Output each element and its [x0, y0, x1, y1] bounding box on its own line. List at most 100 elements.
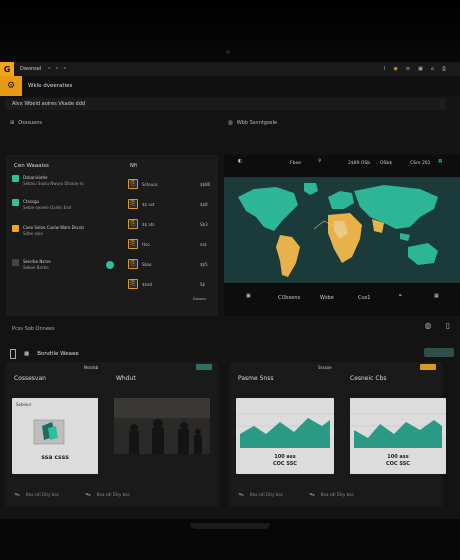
- card-footer: ᯓ Bea sdl Dlsy bas ᯓ Bea sdl Dlsy bas: [14, 491, 130, 498]
- stat-row[interactable]: ⎘ ttso ss$: [128, 239, 207, 249]
- camera-icon: [226, 50, 230, 54]
- laptop-hinge: [190, 523, 270, 529]
- list-item[interactable]: Dsbanisiehe Sebaiu Soolu Nwuro Dlvaoe ec: [12, 175, 84, 187]
- card-subtitle: Whdut: [116, 375, 136, 382]
- list-item[interactable]: Ctassgu Sebie oeaeie Ooleis tisd: [12, 199, 71, 211]
- grey-square-icon: [12, 259, 19, 266]
- wings-icon: ᯓ: [308, 491, 315, 498]
- record-icon[interactable]: ◉: [393, 66, 397, 72]
- location-icon[interactable]: ⚲: [318, 159, 321, 164]
- row-icons: ◍ ▯: [425, 321, 450, 330]
- app-title: Dwonsel: [20, 66, 42, 72]
- stat-row[interactable]: ⎘ Ssteuos $$80: [128, 179, 210, 189]
- card-title: Pasme Snss: [238, 375, 274, 382]
- card-footer: ᯓ Bea sdl Dlsy bas ᯓ Bea sdl Dlsy bas: [238, 491, 354, 498]
- print-icon[interactable]: ⎙: [442, 66, 446, 72]
- card[interactable]: Nssdsb Cossesvan Whdut Sebieur ssa csss: [6, 362, 218, 507]
- screen: G Dwonsel ⚬ ⚬ ⚬ Ⅰ ◉ ≡ ▣ ⌂ ⎙ ⚙ Wkle dveer…: [0, 62, 460, 519]
- stat-row[interactable]: ⎘ $$ ast $$8: [128, 199, 208, 209]
- settings-icon[interactable]: ⚙: [0, 76, 22, 96]
- area-chart: [236, 413, 334, 448]
- expand-icon[interactable]: ▯: [446, 321, 450, 330]
- card-photo[interactable]: [114, 398, 210, 474]
- card-badge: [196, 364, 212, 370]
- document-icon: ⎘: [128, 239, 138, 249]
- page-title-bar: Alvx Wbeld aolres Vkade ddd: [6, 98, 446, 110]
- menu-icon[interactable]: ≡: [406, 66, 410, 72]
- islands: [400, 233, 410, 241]
- card-caption: ssa csss: [41, 454, 69, 461]
- chart-caption: 100 ass: [387, 454, 409, 460]
- card-tag: Ssssoe: [318, 365, 332, 370]
- card-thumbnail[interactable]: Sebieur ssa csss: [12, 398, 98, 474]
- map-footer-item[interactable]: Wsbe: [320, 295, 334, 301]
- laptop-bezel-bottom: [0, 519, 460, 560]
- document-icon: ⎘: [128, 179, 138, 189]
- row-label: Pcss Sob Onnees: [12, 326, 55, 332]
- section-action-button[interactable]: [424, 348, 454, 357]
- user-icon[interactable]: ◍: [425, 321, 432, 330]
- orange-square-icon: [12, 225, 19, 232]
- sub-header-text: Wkle dveeraties: [28, 83, 73, 89]
- continent-south-america: [276, 235, 300, 277]
- panel-title: Cen Waaaiss: [14, 163, 49, 169]
- map-footer-item[interactable]: Cus1: [358, 295, 370, 301]
- world-map-panel: ◧ Fbee ⚲ 2$89 OSb OSb$ CSre 201 ▦ ▣ Cl3s…: [224, 155, 460, 316]
- status-dot-icon: [106, 261, 114, 269]
- map-toolbar: ◧ Fbee ⚲ 2$89 OSb OSb$ CSre 201 ▦: [224, 155, 460, 171]
- crowd-photo: [114, 398, 210, 474]
- calendar-icon[interactable]: ▣: [246, 293, 251, 299]
- table-icon[interactable]: ▦: [434, 293, 439, 299]
- teal-square-icon: [12, 199, 19, 206]
- document-icon: ⎘: [128, 219, 138, 229]
- map-footer: ▣ Cl3ssens Wsbe Cus1 ⚭ ▦: [224, 289, 460, 307]
- card-subtitle: Cesneic Cbs: [350, 375, 387, 382]
- card[interactable]: Ssssoe Pasme Snss Cesneic Cbs 100 ass CO…: [230, 362, 446, 507]
- world-map[interactable]: [224, 177, 460, 283]
- section-label-right: ▥ Wbb Ssnntgosle: [228, 120, 277, 126]
- stat-row[interactable]: ⎘ Sbas $$5: [128, 259, 208, 269]
- layers-icon[interactable]: ◧: [238, 159, 242, 164]
- chart-icon: ▥: [228, 120, 233, 126]
- continent-australia: [408, 243, 438, 265]
- stat-row[interactable]: ⎘ $$ed S$: [128, 279, 205, 289]
- map-tab[interactable]: OSb$: [380, 161, 392, 166]
- phone-icon: [10, 349, 16, 359]
- wings-icon: ᯓ: [84, 491, 91, 498]
- continent-europe: [328, 191, 354, 209]
- card-tag: Nssdsb: [84, 365, 99, 370]
- section-icon: ▦: [24, 351, 30, 357]
- grid-view-icon[interactable]: ▦: [438, 159, 442, 164]
- window-dots: ⚬ ⚬ ⚬: [47, 66, 68, 72]
- info-icon[interactable]: Ⅰ: [384, 66, 385, 72]
- map-footer-item[interactable]: Cl3ssens: [278, 295, 300, 301]
- app-logo[interactable]: G: [0, 62, 14, 76]
- card-badge: [420, 364, 436, 370]
- link-icon[interactable]: ⚭: [398, 293, 402, 299]
- home-icon[interactable]: ⌂: [431, 66, 434, 72]
- window-icon[interactable]: ▣: [418, 66, 423, 72]
- chart-thumbnail[interactable]: 100 ass COC SSC: [350, 398, 446, 474]
- wings-icon: ᯓ: [238, 491, 244, 498]
- continent-asia: [354, 185, 438, 229]
- map-tab[interactable]: 2$89 OSb: [348, 161, 370, 166]
- section-label-left: ⊞ Osssuens: [10, 120, 42, 126]
- document-icon: ⎘: [128, 279, 138, 289]
- world-map-svg: [238, 183, 438, 277]
- grid-icon: ⊞: [10, 120, 15, 126]
- chart-thumbnail[interactable]: 100 ass COC SSC: [236, 398, 334, 474]
- continent-africa: [328, 213, 362, 263]
- laptop-bezel-top: [0, 0, 460, 62]
- card-title: Cossesvan: [14, 375, 46, 382]
- chart-caption-2: COC SSC: [386, 461, 410, 467]
- map-tab[interactable]: Fbee: [290, 161, 301, 166]
- stats-header: Nfi: [130, 163, 137, 169]
- list-item[interactable]: Caeo Seloe Cuolw Ware Dscsls Sdbe oole: [12, 225, 84, 237]
- top-bar: G Dwonsel ⚬ ⚬ ⚬ Ⅰ ◉ ≡ ▣ ⌂ ⎙: [0, 62, 460, 76]
- map-tab[interactable]: CSre 201: [410, 161, 431, 166]
- teal-square-icon: [12, 175, 19, 182]
- topbar-icons: Ⅰ ◉ ≡ ▣ ⌂ ⎙: [384, 66, 460, 72]
- continent-greenland: [304, 183, 318, 195]
- stat-row[interactable]: ⎘ $$ ats S$3: [128, 219, 208, 229]
- list-item[interactable]: Seivrbe Nsrse Seboe Bsstie: [12, 259, 51, 271]
